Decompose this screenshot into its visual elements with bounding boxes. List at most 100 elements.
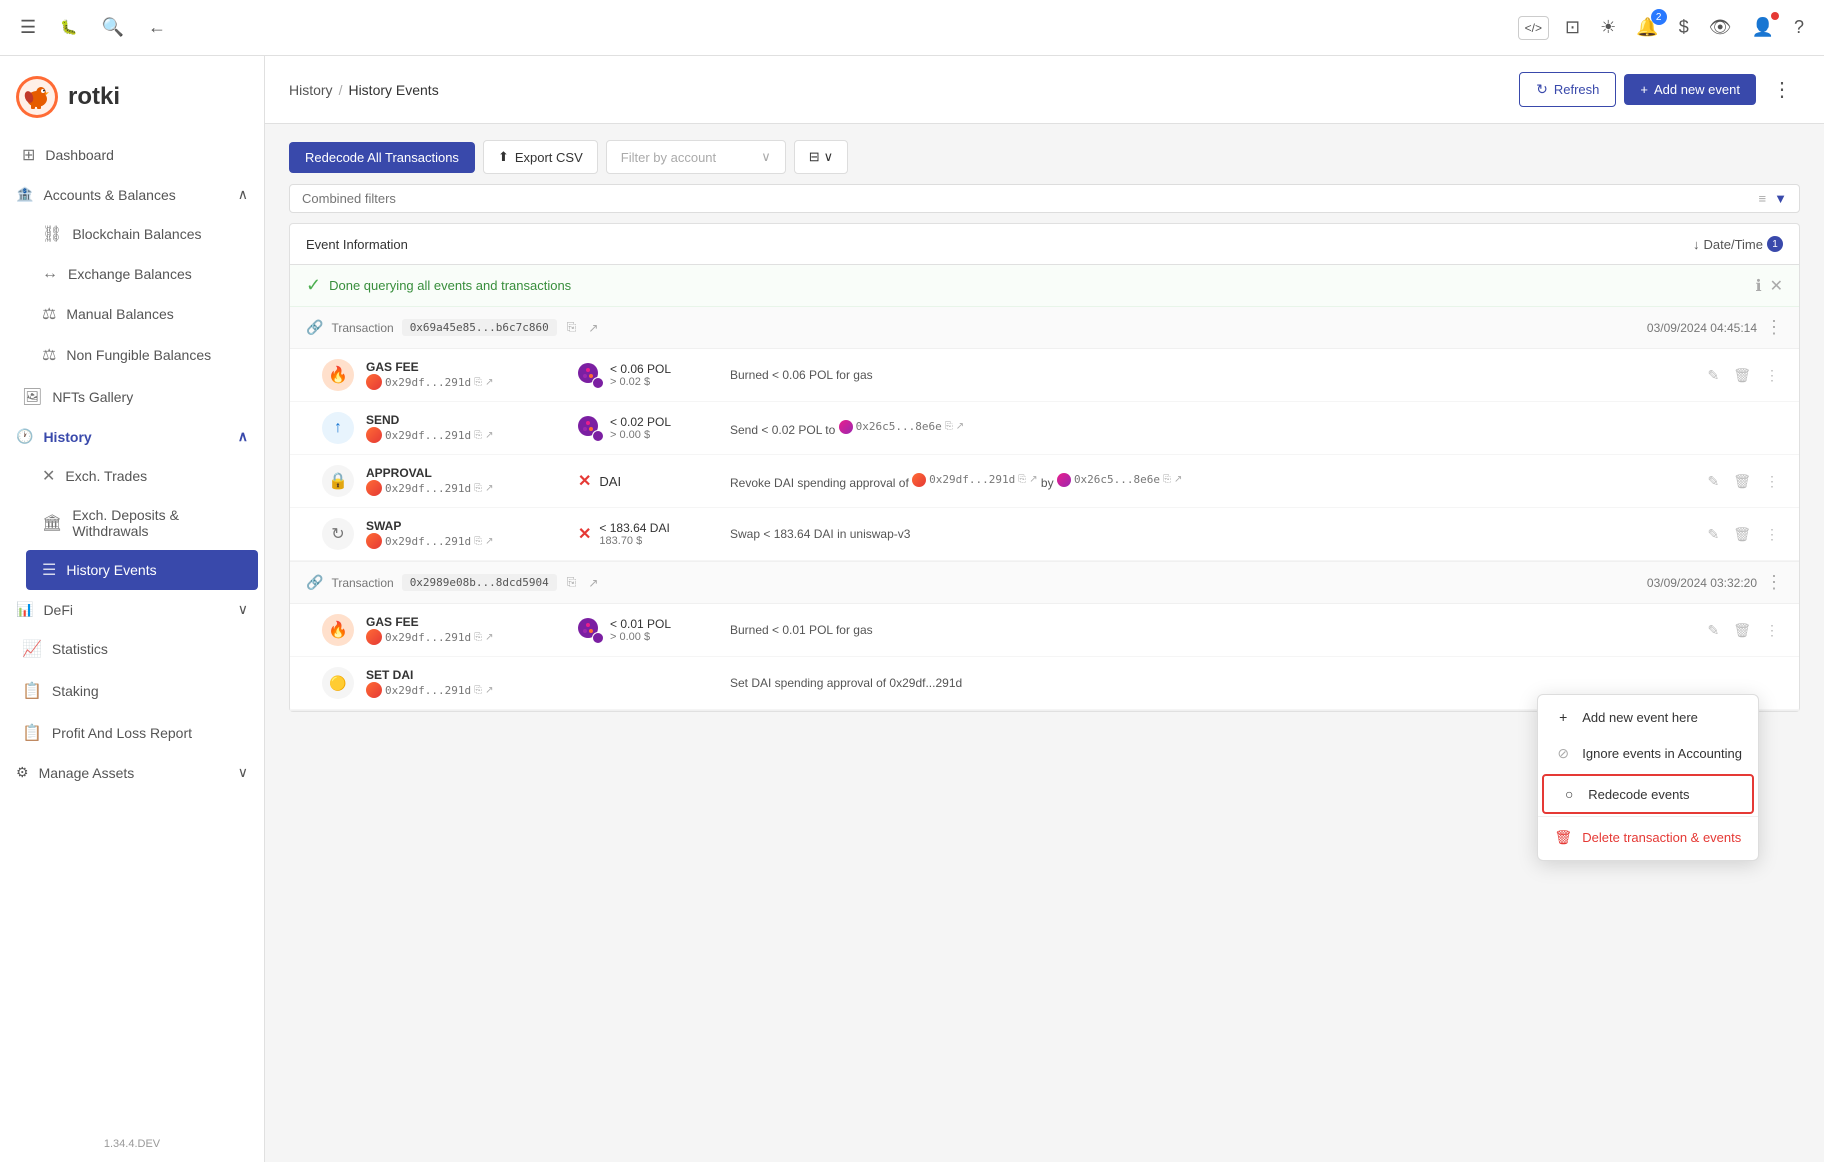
tx-external-link-2[interactable]: ↗ — [586, 574, 600, 592]
search-icon[interactable]: 🔍 — [98, 13, 128, 42]
menu-icon[interactable]: ☰ — [16, 13, 40, 42]
dest-link[interactable]: ↗ — [956, 421, 964, 432]
ctx-delete[interactable]: 🗑 Delete transaction & events — [1538, 819, 1758, 856]
addr-link-swap-1[interactable]: ↗ — [485, 536, 493, 547]
tx-hash-1: 0x69a45e85...b6c7c860 — [402, 319, 557, 336]
approval-addr2-wrap: 0x26c5...8e6e ⎘ ↗ — [1057, 473, 1182, 487]
addr-copy-set-dai[interactable]: ⎘ — [474, 685, 482, 696]
ctx-add-event[interactable]: + Add new event here — [1538, 699, 1758, 735]
ctx-ignore-accounting[interactable]: ⊘ Ignore events in Accounting — [1538, 735, 1758, 772]
asset-icon-send-1 — [578, 416, 602, 440]
sidebar-item-profit-loss[interactable]: 📋 Profit And Loss Report — [6, 713, 258, 753]
more-event-approval-1[interactable]: ⋮ — [1761, 471, 1783, 492]
sidebar-item-exchange-balances[interactable]: ↔ Exchange Balances — [26, 255, 258, 293]
ctx-ignore-icon: ⊘ — [1554, 745, 1572, 762]
code-icon[interactable]: </> — [1518, 16, 1549, 40]
redecode-all-button[interactable]: Redecode All Transactions — [289, 142, 475, 173]
page-header: History / History Events ↻ Refresh + Add… — [265, 56, 1824, 124]
sidebar-item-history[interactable]: 🕐 History ∧ — [0, 418, 264, 455]
sidebar-item-manage-assets[interactable]: ⚙ Manage Assets ∨ — [0, 754, 264, 791]
eye-icon[interactable]: 👁 — [1705, 13, 1736, 42]
addr-text-swap-1: 0x29df...291d — [385, 535, 471, 548]
addr-link-gas2[interactable]: ↗ — [485, 632, 493, 643]
asset-symbol-approval-1: DAI — [599, 474, 621, 489]
filter-account-dropdown[interactable]: Filter by account ∨ — [606, 140, 786, 174]
addr-link-set-dai[interactable]: ↗ — [485, 685, 493, 696]
user-wrap: 👤 — [1748, 13, 1778, 42]
addr-copy-gas2[interactable]: ⎘ — [474, 632, 482, 643]
sidebar-item-history-events[interactable]: ☰ History Events — [26, 550, 258, 590]
tx-copy-button-1[interactable]: ⎘ — [565, 318, 579, 337]
status-info-button[interactable]: ℹ — [1756, 276, 1762, 296]
addr-copy-swap-1[interactable]: ⎘ — [474, 536, 482, 547]
context-menu: + Add new event here ⊘ Ignore events in … — [1537, 694, 1759, 861]
delete-event-gas2[interactable]: 🗑 — [1729, 620, 1755, 641]
sidebar-item-exch-trades[interactable]: ✕ Exch. Trades — [26, 456, 258, 496]
sidebar-item-defi[interactable]: 📊 DeFi ∨ — [0, 591, 264, 628]
export-csv-button[interactable]: ⬆ Export CSV — [483, 140, 598, 174]
delete-event-1[interactable]: 🗑 — [1729, 365, 1755, 386]
filter-lines-icon[interactable]: ≡ — [1759, 191, 1767, 206]
edit-event-swap-1[interactable]: ✎ — [1703, 524, 1723, 545]
combined-filters-input[interactable] — [302, 191, 1751, 206]
delete-event-approval-1[interactable]: 🗑 — [1729, 471, 1755, 492]
tx-type-2: Transaction — [331, 576, 393, 590]
page-more-button[interactable]: ⋮ — [1764, 73, 1800, 106]
filter-icon-group: ≡ ▼ — [1759, 191, 1787, 206]
status-right: ℹ ✕ — [1756, 276, 1783, 296]
approval-addr1-link[interactable]: ↗ — [1029, 474, 1037, 485]
dest-copy[interactable]: ⎘ — [945, 421, 953, 432]
addr-copy-approval-1[interactable]: ⎘ — [474, 483, 482, 494]
theme-icon[interactable]: ☀ — [1596, 13, 1620, 42]
sidebar-item-dashboard[interactable]: ⊞ Dashboard — [6, 135, 258, 175]
refresh-button[interactable]: ↻ Refresh — [1519, 72, 1616, 107]
more-event-1[interactable]: ⋮ — [1761, 365, 1783, 386]
approval-addr2-text: 0x26c5...8e6e — [1074, 473, 1160, 486]
sidebar-item-exch-deposits[interactable]: 🏛 Exch. Deposits & Withdrawals — [26, 497, 258, 549]
filter-options-button[interactable]: ⊟ ∨ — [794, 140, 848, 174]
sidebar-item-nfts-gallery[interactable]: 🖼 NFTs Gallery — [6, 377, 258, 417]
event-addr-send-1: 0x29df...291d ⎘ ↗ — [366, 427, 493, 443]
dollar-icon[interactable]: $ — [1675, 13, 1693, 42]
sidebar-item-statistics[interactable]: 📈 Statistics — [6, 629, 258, 669]
approval-addr1-copy[interactable]: ⎘ — [1018, 474, 1026, 485]
layout-icon[interactable]: ⊡ — [1561, 13, 1584, 42]
dest-addr-text: 0x26c5...8e6e — [856, 420, 942, 433]
approval-addr2-copy[interactable]: ⎘ — [1163, 474, 1171, 485]
approval-addr2-link[interactable]: ↗ — [1174, 474, 1182, 485]
asset-section-gas2: < 0.01 POL > 0.00 $ — [578, 617, 718, 643]
addr-link-send-1[interactable]: ↗ — [485, 430, 493, 441]
filter-funnel-icon[interactable]: ▼ — [1774, 191, 1787, 206]
bug-icon[interactable]: 🐛 — [56, 15, 81, 40]
tx-more-button-2[interactable]: ⋮ — [1765, 572, 1783, 593]
ctx-redecode[interactable]: ○ Redecode events — [1542, 774, 1754, 814]
more-event-gas2[interactable]: ⋮ — [1761, 620, 1783, 641]
more-event-swap-1[interactable]: ⋮ — [1761, 524, 1783, 545]
sidebar-item-blockchain-balances[interactable]: ⛓ Blockchain Balances — [26, 214, 258, 254]
tx-copy-button-2[interactable]: ⎘ — [565, 573, 579, 592]
edit-event-approval-1[interactable]: ✎ — [1703, 471, 1723, 492]
back-icon[interactable]: ← — [144, 13, 170, 42]
addr-link-1[interactable]: ↗ — [485, 377, 493, 388]
edit-event-gas2[interactable]: ✎ — [1703, 620, 1723, 641]
sidebar-item-nonfungible-balances[interactable]: ⚖ Non Fungible Balances — [26, 335, 258, 375]
edit-event-1[interactable]: ✎ — [1703, 365, 1723, 386]
delete-event-swap-1[interactable]: 🗑 — [1729, 524, 1755, 545]
help-icon[interactable]: ? — [1790, 13, 1808, 42]
tx-more-button-1[interactable]: ⋮ — [1765, 317, 1783, 338]
sidebar-item-accounts-balances[interactable]: 🏦 Accounts & Balances ∧ — [0, 176, 264, 213]
add-new-event-button[interactable]: + Add new event — [1624, 74, 1756, 105]
addr-copy-send-1[interactable]: ⎘ — [474, 430, 482, 441]
tx-header-1: 🔗 Transaction 0x69a45e85...b6c7c860 ⎘ ↗ … — [290, 307, 1799, 349]
tx-datetime-2: 03/09/2024 03:32:20 — [1647, 576, 1757, 590]
ctx-divider — [1538, 816, 1758, 817]
addr-copy-1[interactable]: ⎘ — [474, 377, 482, 388]
addr-link-approval-1[interactable]: ↗ — [485, 483, 493, 494]
col-datetime-sort[interactable]: ↓ Date/Time 1 — [1693, 236, 1783, 252]
exch-trades-icon: ✕ — [42, 466, 55, 486]
tx-external-link-1[interactable]: ↗ — [586, 319, 600, 337]
sidebar-item-manual-balances[interactable]: ⚖ Manual Balances — [26, 294, 258, 334]
sidebar-item-staking[interactable]: 📋 Staking — [6, 671, 258, 711]
addr-text-approval-1: 0x29df...291d — [385, 482, 471, 495]
status-close-button[interactable]: ✕ — [1770, 276, 1783, 296]
